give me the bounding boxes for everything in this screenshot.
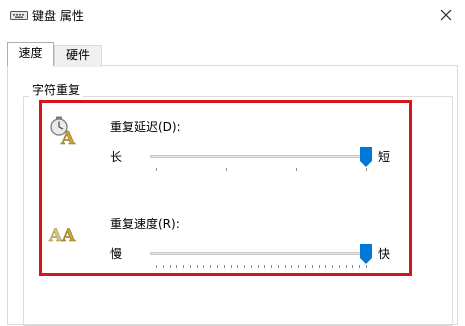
highlight-box (39, 100, 412, 276)
tab-speed[interactable]: 速度 (7, 42, 54, 66)
group-label: 字符重复 (29, 82, 84, 98)
close-icon[interactable] (437, 6, 455, 24)
keyboard-icon (10, 11, 28, 20)
window-title: 键盘 属性 (32, 9, 84, 23)
tab-hardware[interactable]: 硬件 (54, 45, 102, 67)
title-bar: 键盘 属性 (0, 0, 465, 32)
